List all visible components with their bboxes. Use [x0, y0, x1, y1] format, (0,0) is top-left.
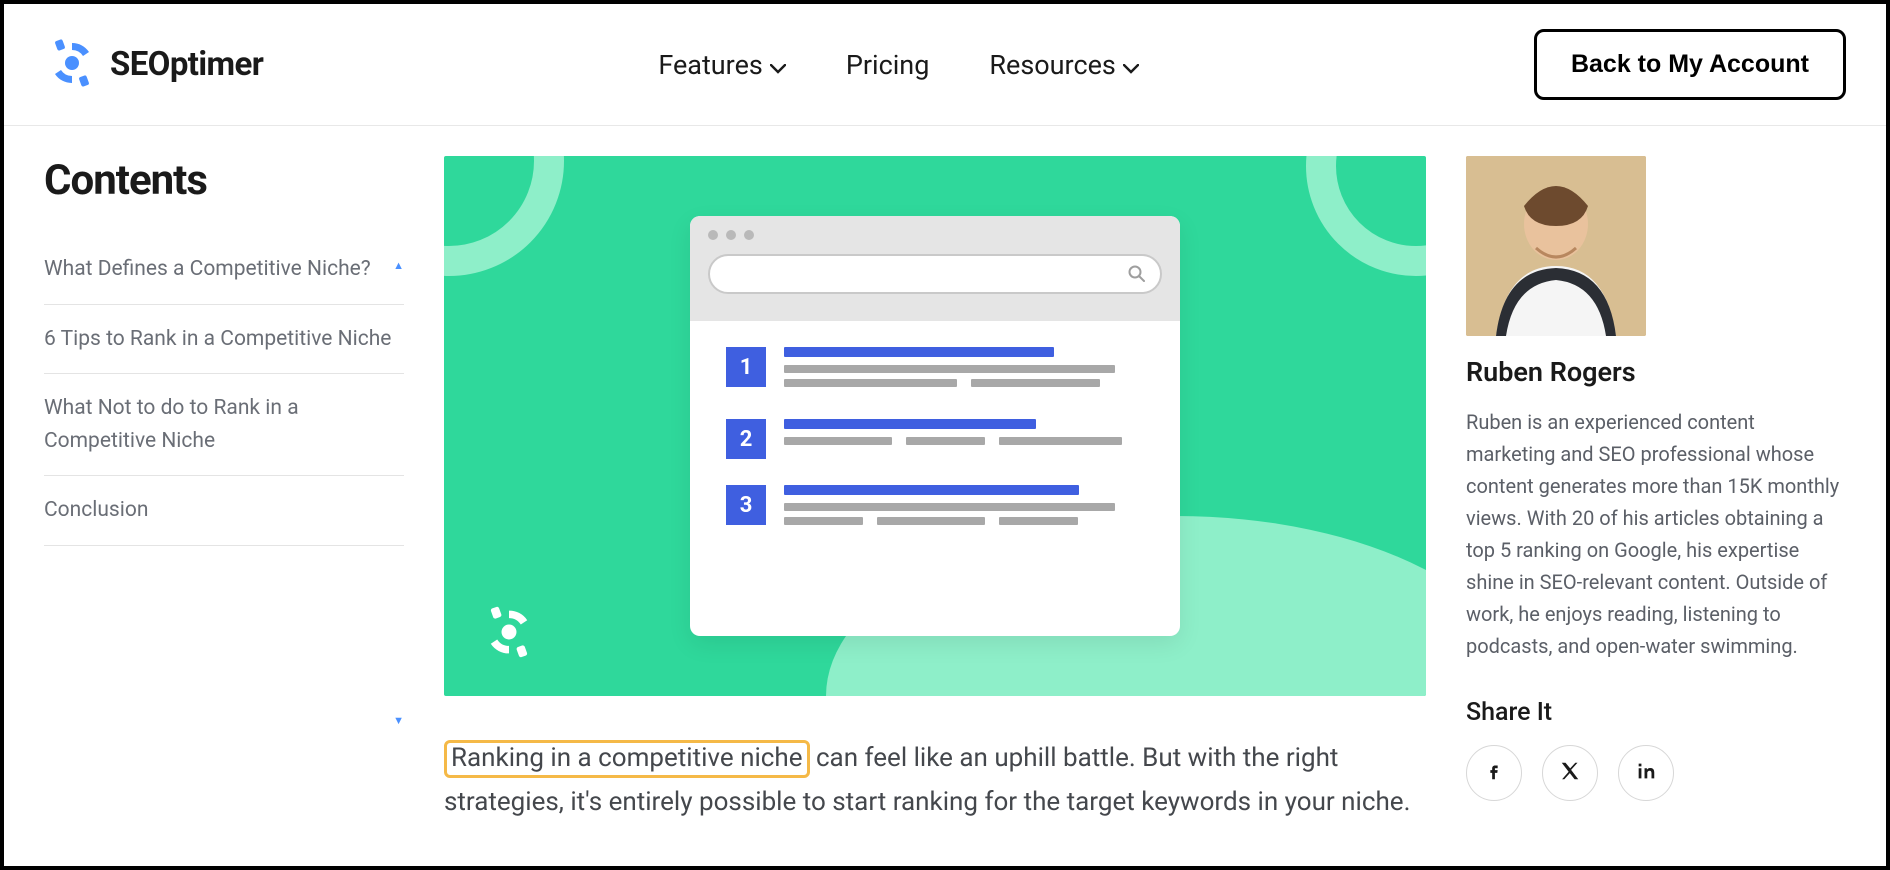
contents-title: Contents — [44, 156, 404, 205]
nav-features[interactable]: Features — [658, 49, 786, 81]
author-name: Ruben Rogers — [1466, 356, 1846, 388]
x-icon — [1559, 760, 1581, 786]
contents-sidebar: Contents ▲ What Defines a Competitive Ni… — [44, 156, 404, 864]
window-controls — [708, 230, 1162, 240]
avatar-illustration — [1466, 156, 1646, 336]
gear-icon — [479, 602, 539, 666]
result-row: 1 — [726, 347, 1144, 393]
rank-badge: 2 — [726, 419, 766, 459]
hero-image: 1 2 3 — [444, 156, 1426, 696]
nav-pricing[interactable]: Pricing — [846, 49, 930, 81]
site-header: SEOptimer Features Pricing Resources Bac… — [4, 4, 1886, 126]
toc-item[interactable]: What Not to do to Rank in a Competitive … — [44, 374, 404, 476]
serp-illustration: 1 2 3 — [690, 216, 1180, 636]
toc-item[interactable]: 6 Tips to Rank in a Competitive Niche — [44, 305, 404, 375]
logo-text: SEOptimer — [110, 45, 263, 84]
main-nav: Features Pricing Resources — [658, 49, 1139, 81]
nav-resources-label: Resources — [989, 49, 1115, 81]
search-icon — [1128, 265, 1146, 283]
share-facebook-button[interactable] — [1466, 745, 1522, 801]
share-title: Share It — [1466, 698, 1846, 727]
author-bio: Ruben is an experienced content marketin… — [1466, 406, 1846, 662]
search-results: 1 2 3 — [690, 321, 1180, 567]
scroll-down-icon[interactable]: ▼ — [393, 714, 404, 727]
logo-icon — [44, 35, 100, 95]
share-linkedin-button[interactable] — [1618, 745, 1674, 801]
browser-chrome — [690, 216, 1180, 321]
nav-resources[interactable]: Resources — [989, 49, 1138, 81]
article: 1 2 3 — [444, 156, 1426, 864]
rank-badge: 1 — [726, 347, 766, 387]
chevron-down-icon — [1123, 49, 1139, 81]
author-sidebar: Ruben Rogers Ruben is an experienced con… — [1466, 156, 1846, 864]
result-row: 2 — [726, 419, 1144, 459]
share-x-button[interactable] — [1542, 745, 1598, 801]
toc-item[interactable]: What Defines a Competitive Niche? — [44, 235, 404, 305]
decorative-arc — [444, 156, 564, 276]
decorative-arc — [1306, 156, 1426, 276]
chevron-down-icon — [770, 49, 786, 81]
article-intro: Ranking in a competitive niche can feel … — [444, 736, 1426, 824]
search-bar — [708, 254, 1162, 294]
logo[interactable]: SEOptimer — [44, 35, 263, 95]
nav-pricing-label: Pricing — [846, 49, 930, 81]
result-row: 3 — [726, 485, 1144, 531]
author-avatar — [1466, 156, 1646, 336]
facebook-icon — [1483, 760, 1505, 786]
scroll-up-icon[interactable]: ▲ — [393, 259, 404, 272]
rank-badge: 3 — [726, 485, 766, 525]
toc-item[interactable]: Conclusion — [44, 476, 404, 546]
main-content: Contents ▲ What Defines a Competitive Ni… — [4, 126, 1886, 864]
nav-features-label: Features — [658, 49, 763, 81]
linkedin-icon — [1635, 760, 1657, 786]
back-to-account-button[interactable]: Back to My Account — [1534, 29, 1846, 100]
share-buttons — [1466, 745, 1846, 801]
highlighted-text: Ranking in a competitive niche — [444, 740, 810, 778]
